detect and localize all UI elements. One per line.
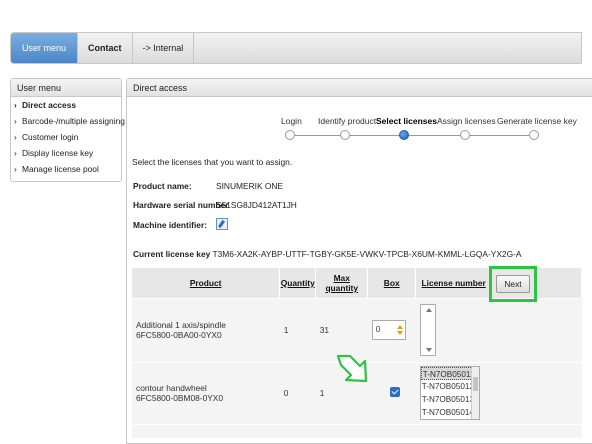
spacer-cell	[491, 361, 582, 424]
chevron-right-icon: ›	[14, 132, 17, 142]
scrollbar-thumb[interactable]	[472, 377, 478, 391]
step-dot-select-licenses	[399, 130, 409, 140]
tab-internal[interactable]: -> Internal	[133, 33, 195, 63]
stepper-value: 0	[375, 325, 381, 334]
product-name-value: SINUMERIK ONE	[216, 181, 284, 191]
license-key-value: T3M6-XA2K-AYBP-UTTF-TGBY-GK5E-VWKV-TPCB-…	[212, 249, 522, 259]
step-dot-login	[285, 130, 295, 140]
product-cell: contour handwheel 6FC5800-0BM08-0YX0	[132, 361, 280, 424]
license-number-cell: T-N7OB05011 T-N7OB05012 T-N7OB05013 T-N7…	[415, 361, 492, 424]
stepper-line	[290, 135, 535, 136]
top-nav: User menu Contact -> Internal	[10, 32, 582, 64]
spacer-cell	[491, 297, 582, 362]
next-button[interactable]: Next	[496, 275, 530, 293]
sidebar-item-customer-login[interactable]: › Customer login	[11, 129, 121, 145]
serial-number-label: Hardware serial number	[133, 200, 229, 210]
product-cell: Additional 1 axis/spindle 6FC5800-0BA00-…	[132, 297, 280, 362]
edit-icon[interactable]	[216, 218, 228, 230]
box-checkbox[interactable]	[389, 387, 400, 397]
chevron-right-icon: ›	[14, 116, 17, 126]
sidebar-item-barcode[interactable]: › Barcode-/multiple assigning	[11, 113, 125, 129]
product-order-number: 6FC5800-0BM08-0YX0	[136, 393, 224, 403]
sidebar-item-display-license-key[interactable]: › Display license key	[11, 145, 121, 161]
arrow-annotation-icon	[336, 354, 368, 383]
tab-user-menu[interactable]: User menu	[11, 33, 79, 63]
machine-identifier-label: Machine identifier:	[133, 220, 207, 230]
sidebar-item-label: Direct access	[22, 100, 77, 110]
table-row	[132, 423, 582, 438]
license-key-line: Current license key T3M6-XA2K-AYBP-UTTF-…	[133, 249, 521, 259]
header-license-number: License number	[415, 268, 493, 298]
quantity-cell: 0	[279, 361, 316, 424]
license-number-cell	[415, 297, 492, 362]
scroll-up-icon[interactable]	[425, 308, 432, 312]
sidebar-item-label: Barcode-/multiple assigning	[22, 116, 125, 126]
license-number-listbox[interactable]	[419, 304, 436, 356]
step-dot-identify-product	[340, 130, 350, 140]
sidebar-item-label: Customer login	[22, 132, 79, 142]
header-quantity: Quantity	[279, 268, 317, 298]
serial-number-value: S51SG8JD412AT1JH	[216, 200, 297, 210]
step-identify-product: Identify product	[318, 116, 377, 126]
stepper-down-icon[interactable]	[396, 331, 403, 335]
sidebar-title: User menu	[11, 79, 121, 97]
step-assign-licenses: Assign licenses	[437, 116, 496, 126]
step-login: Login	[281, 116, 302, 126]
stepper-up-icon[interactable]	[396, 325, 403, 329]
scrollbar[interactable]	[470, 367, 479, 419]
header-product: Product	[132, 268, 281, 298]
sidebar: User menu › Direct access › Barcode-/multi…	[10, 78, 125, 182]
chevron-right-icon: ›	[14, 100, 17, 110]
license-number-multiselect[interactable]: T-N7OB05011 T-N7OB05012 T-N7OB05013 T-N7…	[419, 366, 480, 420]
panel-title: Direct access	[127, 79, 592, 97]
next-button-highlight: Next	[489, 266, 537, 302]
quantity-cell: 1	[279, 297, 316, 362]
step-dot-assign-licenses	[460, 130, 470, 140]
product-name: Additional 1 axis/spindle	[136, 320, 226, 330]
step-generate-license-key: Generate license key	[497, 116, 577, 126]
step-select-licenses: Select licenses	[376, 116, 437, 126]
scroll-down-icon[interactable]	[425, 348, 432, 352]
chevron-right-icon: ›	[14, 148, 17, 158]
product-name-label: Product name:	[133, 181, 192, 191]
header-max-quantity: Max quantity	[315, 268, 369, 298]
sidebar-item-direct-access[interactable]: › Direct access	[11, 97, 121, 113]
chevron-right-icon: ›	[14, 164, 17, 174]
tab-contact[interactable]: Contact	[78, 33, 133, 63]
box-quantity-stepper[interactable]: 0	[371, 320, 406, 340]
product-name: contour handwheel	[136, 383, 207, 393]
header-box: Box	[367, 268, 417, 298]
sidebar-item-label: Display license key	[22, 148, 94, 158]
sidebar-item-label: Manage license pool	[22, 164, 99, 174]
license-key-label: Current license key	[133, 249, 211, 259]
sidebar-item-manage-license-pool[interactable]: › Manage license pool	[11, 161, 121, 177]
product-order-number: 6FC5800-0BA00-0YX0	[136, 330, 222, 340]
instructions-text: Select the licenses that you want to ass…	[132, 157, 293, 167]
step-dot-generate-license-key	[529, 130, 539, 140]
